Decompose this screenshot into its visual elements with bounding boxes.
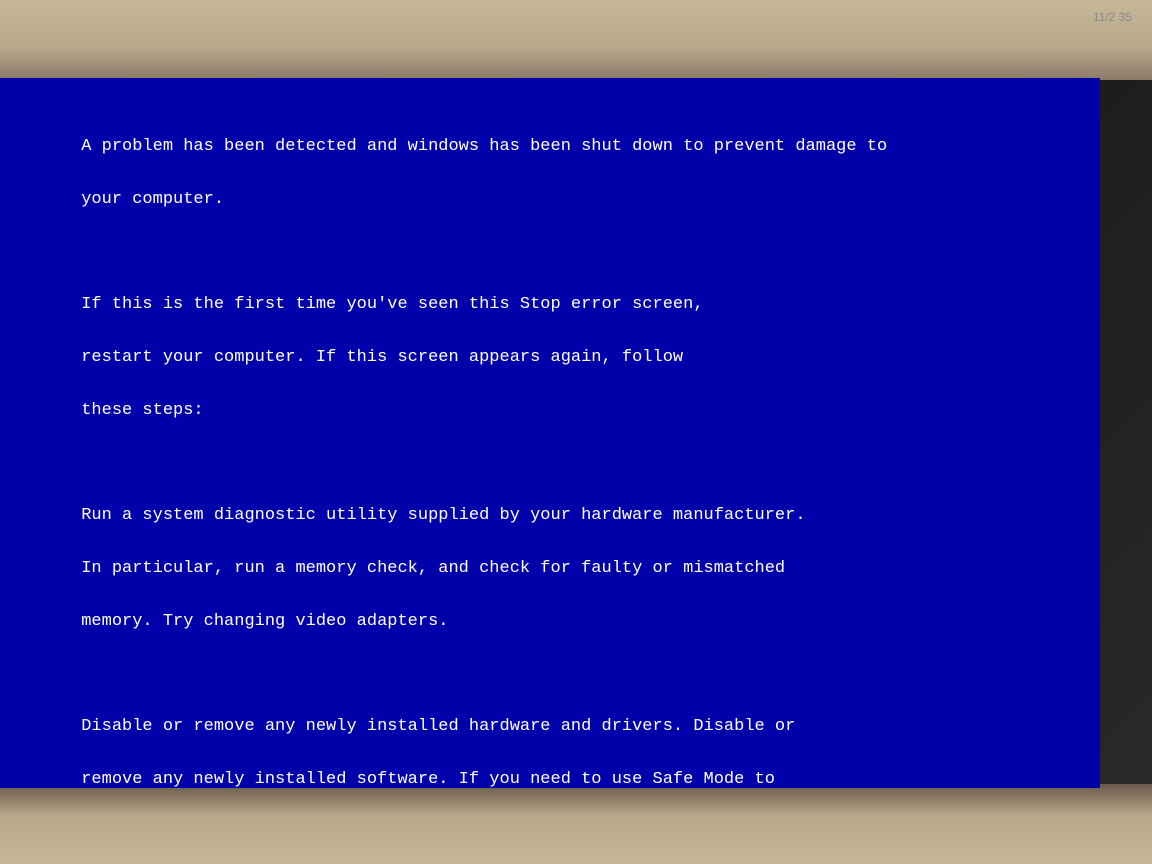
bsod-line3: If this is the first time you've seen th… xyxy=(81,295,703,314)
bsod-line6: Run a system diagnostic utility supplied… xyxy=(81,506,805,525)
photo-frame: 11/2 35 A problem has been detected and … xyxy=(0,0,1152,864)
bsod-line2: your computer. xyxy=(81,190,224,209)
bsod-line1: A problem has been detected and windows … xyxy=(81,137,887,156)
bsod-line7: In particular, run a memory check, and c… xyxy=(81,559,785,578)
bsod-line9: Disable or remove any newly installed ha… xyxy=(81,717,795,736)
bottom-border xyxy=(0,784,1152,864)
bsod-content: A problem has been detected and windows … xyxy=(20,108,1080,788)
bsod-line8: memory. Try changing video adapters. xyxy=(81,612,448,631)
bsod-line10: remove any newly installed software. If … xyxy=(81,770,775,788)
timestamp: 11/2 35 xyxy=(1093,10,1132,24)
bsod-line5: these steps: xyxy=(81,401,203,420)
bsod-screen: A problem has been detected and windows … xyxy=(0,78,1100,788)
top-border xyxy=(0,0,1152,80)
bsod-line4: restart your computer. If this screen ap… xyxy=(81,348,683,367)
